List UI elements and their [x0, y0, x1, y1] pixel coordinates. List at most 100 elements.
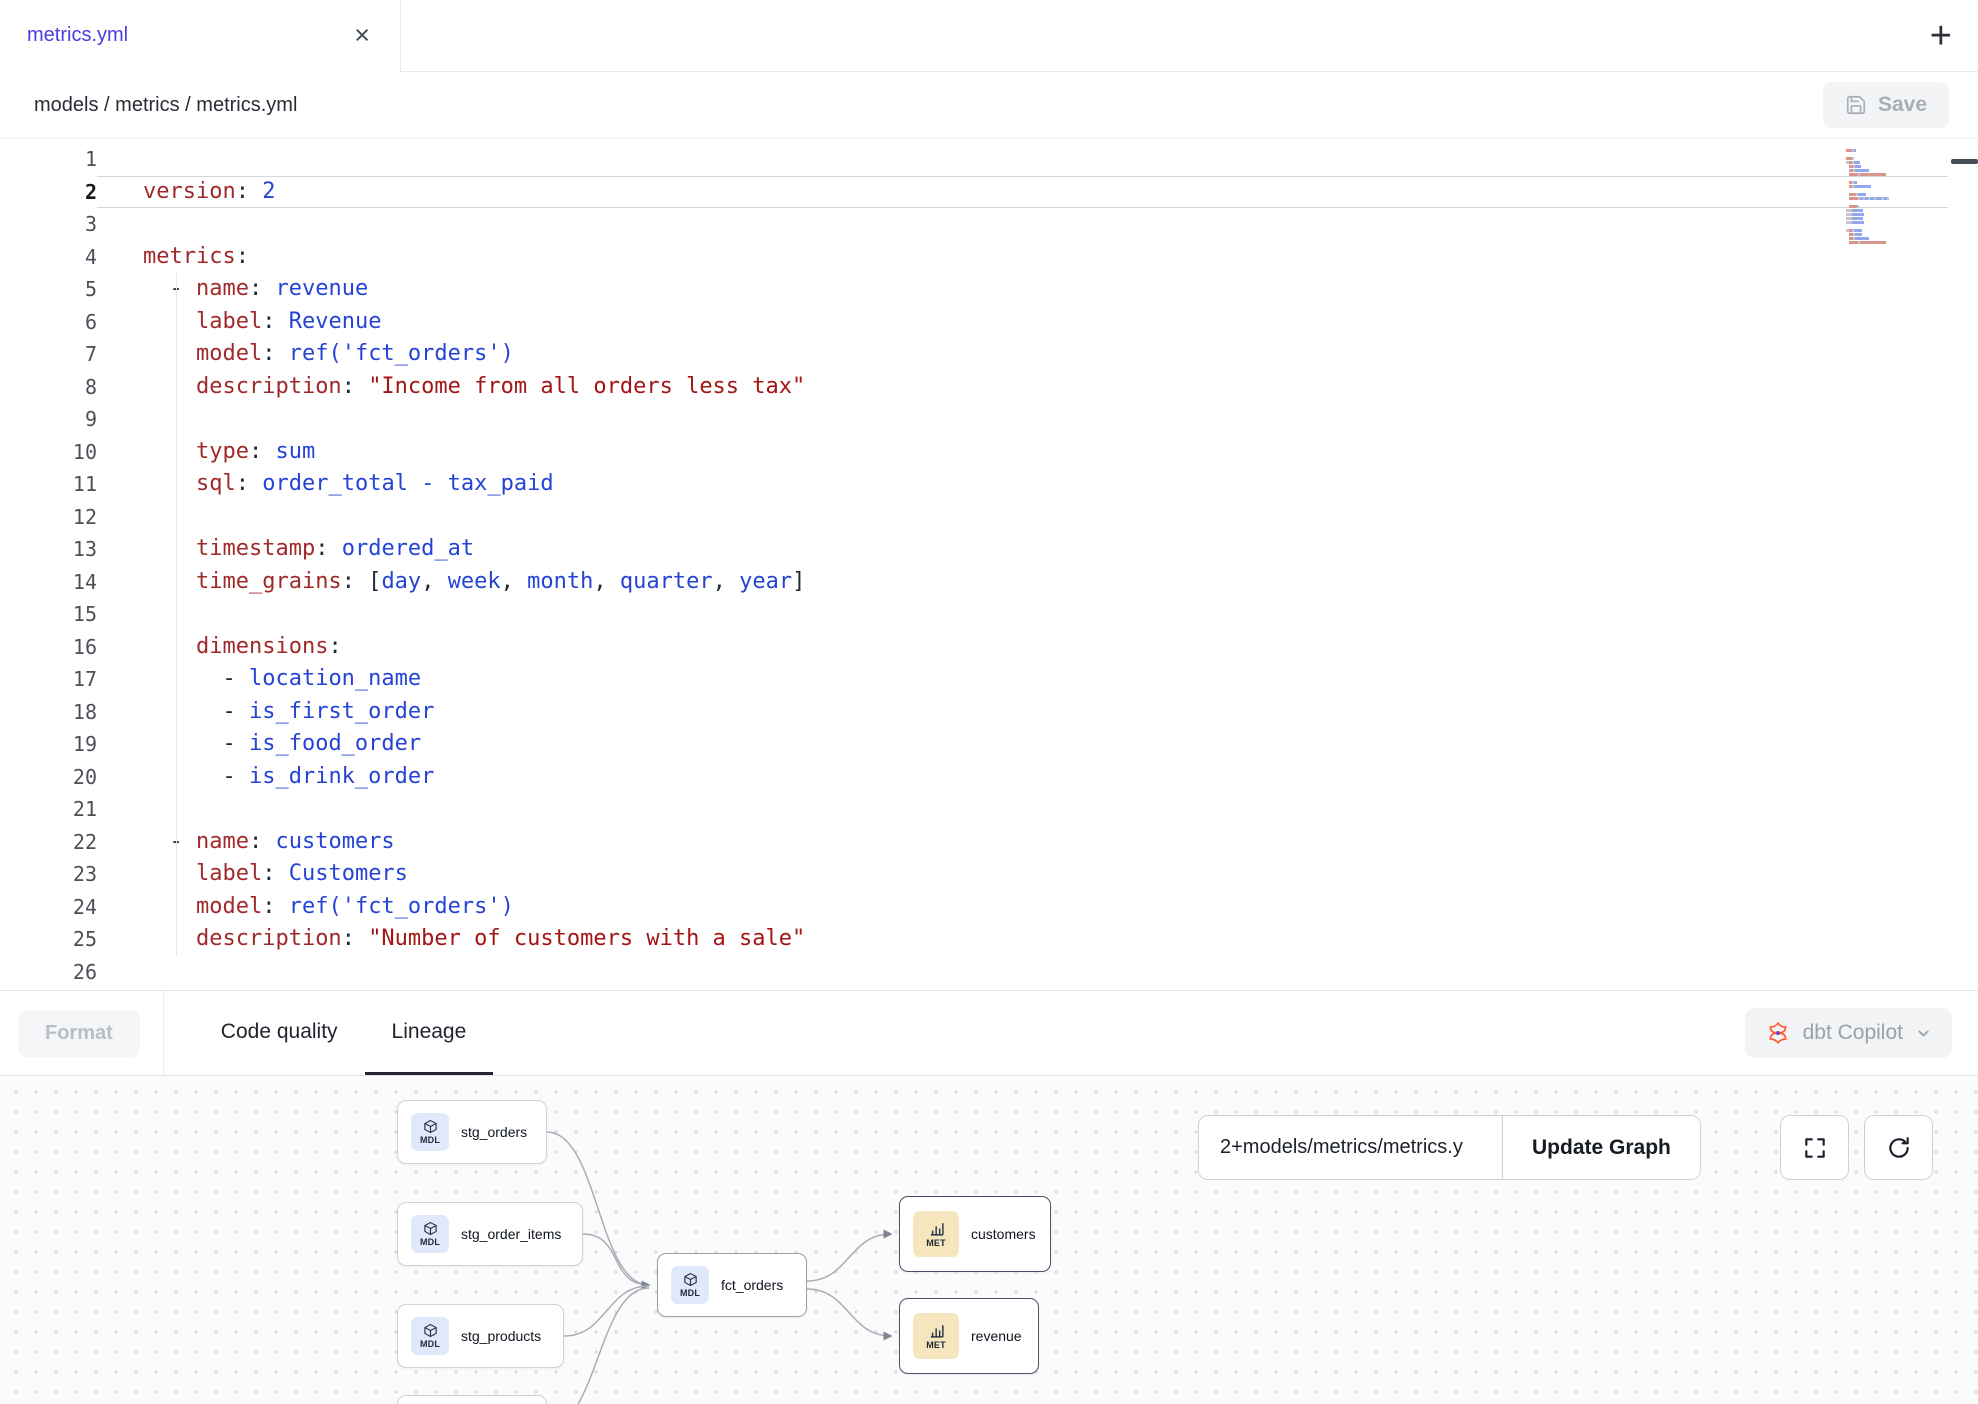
- tab-title: metrics.yml: [27, 24, 128, 47]
- update-graph-button[interactable]: Update Graph: [1502, 1116, 1700, 1179]
- code-line-17[interactable]: 17 - location_name: [0, 663, 1978, 696]
- tab-metrics-yml[interactable]: metrics.yml ×: [0, 0, 401, 71]
- metric-icon: MET: [913, 1313, 959, 1359]
- line-number: 15: [0, 598, 97, 631]
- fullscreen-icon: [1802, 1135, 1828, 1161]
- line-number: 6: [0, 306, 97, 339]
- line-number: 16: [0, 631, 97, 664]
- line-number: 9: [0, 403, 97, 436]
- code-line-12[interactable]: 12: [0, 501, 1978, 534]
- path-bar: models / metrics / metrics.yml Save: [0, 72, 1978, 139]
- code-line-23[interactable]: 23 label: Customers: [0, 858, 1978, 891]
- lineage-node-stg_products[interactable]: MDL stg_products: [397, 1304, 564, 1368]
- node-label: stg_products: [461, 1328, 541, 1344]
- scrollbar-thumb[interactable]: [1951, 159, 1978, 164]
- lineage-node-fct_orders[interactable]: MDLfct_orders: [657, 1253, 807, 1317]
- code-line-15[interactable]: 15: [0, 598, 1978, 631]
- code-editor[interactable]: 12version: 234metrics:5 - name: revenue6…: [0, 139, 1978, 991]
- line-content: [97, 208, 1948, 241]
- code-line-20[interactable]: 20 - is_drink_order: [0, 761, 1978, 794]
- code-line-19[interactable]: 19 - is_food_order: [0, 728, 1978, 761]
- line-content: time_grains: [day, week, month, quarter,…: [97, 566, 1948, 599]
- breadcrumb-separator: /: [98, 94, 115, 116]
- new-tab-button[interactable]: +: [1930, 17, 1952, 55]
- line-number: 20: [0, 761, 97, 794]
- breadcrumb-item[interactable]: models: [34, 94, 98, 116]
- line-number: 13: [0, 533, 97, 566]
- line-number: 11: [0, 468, 97, 501]
- code-line-9[interactable]: 9: [0, 403, 1978, 436]
- lineage-node-stg_order_items[interactable]: MDLstg_order_items: [397, 1202, 583, 1266]
- line-number: 7: [0, 338, 97, 371]
- line-number: 24: [0, 891, 97, 924]
- model-icon: MDL: [411, 1317, 449, 1355]
- code-line-11[interactable]: 11 sql: order_total - tax_paid: [0, 468, 1978, 501]
- line-content: [97, 956, 1948, 989]
- line-content: - is_first_order: [97, 696, 1948, 729]
- code-line-1[interactable]: 1: [0, 143, 1978, 176]
- line-content: label: Revenue: [97, 306, 1948, 339]
- code-line-5[interactable]: 5 - name: revenue: [0, 273, 1978, 306]
- minimap[interactable]: [1846, 145, 1902, 249]
- tab-code-quality[interactable]: Code quality: [194, 991, 365, 1075]
- line-number: 21: [0, 793, 97, 826]
- code-line-26[interactable]: 26: [0, 956, 1978, 989]
- line-number: 12: [0, 501, 97, 534]
- line-content: - is_drink_order: [97, 761, 1948, 794]
- lineage-node-customers[interactable]: METcustomers: [899, 1196, 1051, 1272]
- line-content: sql: order_total - tax_paid: [97, 468, 1948, 501]
- code-line-22[interactable]: 22 - name: customers: [0, 826, 1978, 859]
- lineage-node-revenue[interactable]: MET revenue: [899, 1298, 1039, 1374]
- line-number: 1: [0, 143, 97, 176]
- indent-guide: [176, 273, 177, 956]
- line-number: 3: [0, 208, 97, 241]
- code-line-8[interactable]: 8 description: "Income from all orders l…: [0, 371, 1978, 404]
- tab-lineage[interactable]: Lineage: [365, 991, 494, 1075]
- line-content: model: ref('fct_orders'): [97, 338, 1948, 371]
- lineage-node-partial-node[interactable]: [397, 1395, 547, 1404]
- code-line-7[interactable]: 7 model: ref('fct_orders'): [0, 338, 1978, 371]
- lineage-node-stg_orders[interactable]: MDLstg_orders: [397, 1100, 547, 1164]
- line-content: version: 2: [97, 176, 1948, 209]
- line-content: metrics:: [97, 241, 1948, 274]
- line-number: 18: [0, 696, 97, 729]
- line-number: 8: [0, 371, 97, 404]
- format-button[interactable]: Format: [18, 1010, 140, 1057]
- code-line-4[interactable]: 4metrics:: [0, 241, 1978, 274]
- code-line-24[interactable]: 24 model: ref('fct_orders'): [0, 891, 1978, 924]
- code-line-6[interactable]: 6 label: Revenue: [0, 306, 1978, 339]
- code-line-25[interactable]: 25 description: "Number of customers wit…: [0, 923, 1978, 956]
- line-content: dimensions:: [97, 631, 1948, 664]
- graph-selector-group: Update Graph: [1198, 1115, 1701, 1180]
- save-button[interactable]: Save: [1823, 82, 1949, 128]
- code-line-21[interactable]: 21: [0, 793, 1978, 826]
- toolbar-divider: [163, 991, 164, 1075]
- panel-tabs: Code quality Lineage: [194, 991, 494, 1075]
- node-label: revenue: [971, 1328, 1022, 1344]
- line-content: [97, 598, 1948, 631]
- code-line-16[interactable]: 16 dimensions:: [0, 631, 1978, 664]
- bottom-toolbar: Format Code quality Lineage dbt Copilot: [0, 991, 1978, 1076]
- dbt-logo-icon: [1765, 1020, 1791, 1046]
- lineage-canvas[interactable]: MDLstg_orders MDLstg_order_items MDL stg_pr…: [0, 1076, 1978, 1404]
- line-content: description: "Income from all orders les…: [97, 371, 1948, 404]
- breadcrumb-item[interactable]: metrics: [115, 94, 179, 116]
- fullscreen-button[interactable]: [1780, 1115, 1849, 1180]
- tab-bar: metrics.yml × +: [0, 0, 1978, 72]
- code-line-3[interactable]: 3: [0, 208, 1978, 241]
- close-icon[interactable]: ×: [354, 22, 370, 49]
- line-content: description: "Number of customers with a…: [97, 923, 1948, 956]
- code-line-18[interactable]: 18 - is_first_order: [0, 696, 1978, 729]
- line-number: 10: [0, 436, 97, 469]
- code-line-2[interactable]: 2version: 2: [0, 176, 1978, 209]
- code-line-10[interactable]: 10 type: sum: [0, 436, 1978, 469]
- refresh-button[interactable]: [1864, 1115, 1933, 1180]
- code-line-14[interactable]: 14 time_grains: [day, week, month, quart…: [0, 566, 1978, 599]
- code-line-13[interactable]: 13 timestamp: ordered_at: [0, 533, 1978, 566]
- lineage-selector-input[interactable]: [1199, 1116, 1502, 1179]
- chevron-down-icon: [1915, 1025, 1932, 1042]
- dbt-copilot-button[interactable]: dbt Copilot: [1745, 1008, 1952, 1058]
- line-number: 4: [0, 241, 97, 274]
- app-window: metrics.yml × + models / metrics / metri…: [0, 0, 1978, 1404]
- breadcrumb-item[interactable]: metrics.yml: [196, 94, 297, 116]
